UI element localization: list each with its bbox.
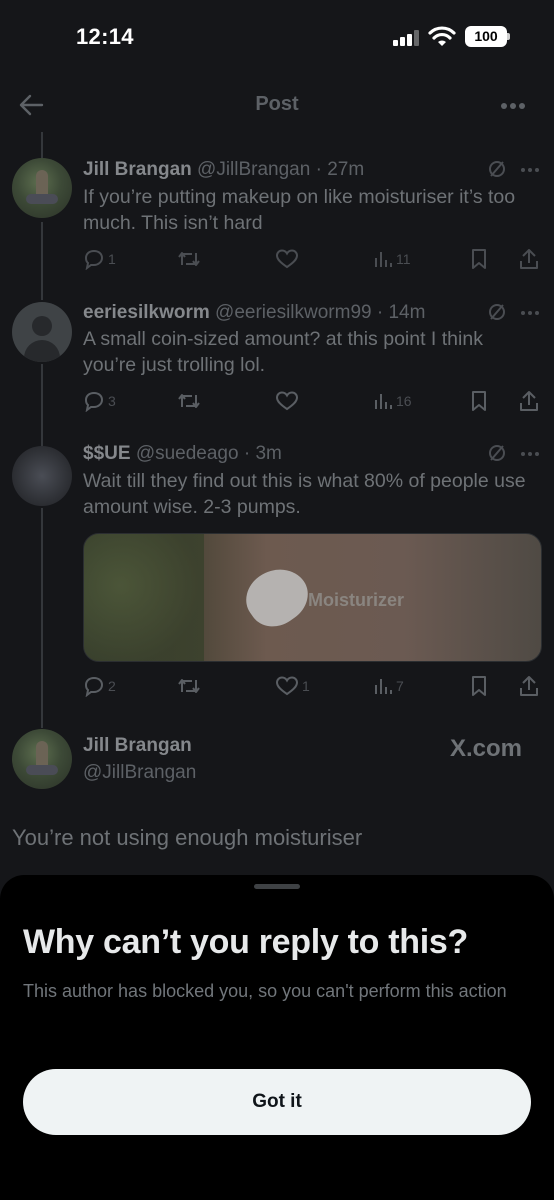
media-grass — [84, 534, 204, 661]
bookmark-button[interactable] — [470, 389, 488, 415]
reply-icon — [84, 677, 104, 698]
retweet-button[interactable] — [177, 674, 204, 700]
grok-icon[interactable] — [488, 444, 506, 462]
sheet-grabber[interactable] — [254, 884, 300, 889]
author-name[interactable]: Jill Brangan — [83, 735, 192, 757]
grok-icon[interactable] — [488, 303, 506, 321]
post-screen: 12:14 100 Post Jill Brangan @JillBrangan… — [0, 0, 554, 1200]
tweet-more-icon[interactable] — [520, 451, 540, 457]
media-watermark: Moisturizer — [308, 590, 405, 610]
view-count: 16 — [396, 393, 412, 410]
retweet-icon — [178, 252, 200, 267]
post-header: Post — [0, 80, 554, 130]
sheet-title: Why can’t you reply to this? — [23, 923, 468, 961]
author-handle[interactable]: @JillBrangan — [197, 159, 310, 180]
thread-line — [41, 364, 43, 450]
like-button[interactable]: 1 — [275, 674, 310, 700]
share-button[interactable] — [519, 674, 539, 700]
like-button[interactable] — [275, 247, 302, 273]
retweet-button[interactable] — [177, 247, 204, 273]
retweet-button[interactable] — [177, 389, 204, 415]
author-handle[interactable]: @eeriesilkworm99 — [215, 302, 372, 323]
view-count: 7 — [396, 678, 404, 695]
reply-count: 3 — [108, 393, 116, 410]
bottom-sheet: Why can’t you reply to this? This author… — [0, 875, 554, 1200]
got-it-button[interactable]: Got it — [23, 1069, 531, 1135]
avatar[interactable] — [12, 446, 72, 506]
bookmark-icon — [472, 676, 486, 697]
avatar[interactable] — [12, 158, 72, 218]
thread-line — [41, 222, 43, 300]
heart-icon — [275, 676, 299, 696]
author-name[interactable]: $$UE — [83, 443, 131, 464]
heart-icon — [275, 249, 299, 269]
grok-icon[interactable] — [488, 160, 506, 178]
tweet-text: A small coin-sized amount? at this point… — [83, 328, 483, 376]
share-icon — [520, 676, 538, 697]
reply-button[interactable]: 3 — [83, 389, 116, 415]
share-icon — [520, 391, 538, 412]
status-bar: 12:14 100 — [0, 0, 554, 72]
share-button[interactable] — [519, 247, 539, 273]
views-icon — [375, 252, 392, 268]
media-moisturizer-dab — [236, 557, 318, 637]
tweet-meta: eeriesilkworm @eeriesilkworm99 · 14m — [83, 302, 425, 324]
tweet-text: Wait till they find out this is what 80%… — [83, 470, 526, 518]
wifi-icon — [428, 26, 456, 46]
sheet-body: This author has blocked you, so you can'… — [23, 981, 507, 1001]
views-button[interactable]: 16 — [373, 389, 412, 415]
retweet-icon — [178, 394, 200, 409]
tweet-media-image[interactable]: Moisturizer — [83, 533, 542, 662]
author-handle[interactable]: @suedeago — [136, 443, 239, 464]
view-count: 11 — [396, 251, 411, 268]
heart-icon — [275, 391, 299, 411]
reply-icon — [84, 392, 104, 413]
tweet-time: · 27m — [315, 159, 365, 180]
reply-count: 1 — [108, 251, 116, 268]
tweet-actions: 1 11 — [83, 247, 543, 273]
views-icon — [375, 394, 392, 410]
reply-button[interactable]: 2 — [83, 674, 116, 700]
focused-tweet-text: You’re not using enough moisturiser — [12, 825, 363, 850]
views-button[interactable]: 11 — [373, 247, 411, 273]
reply-icon — [84, 250, 104, 271]
like-button[interactable] — [275, 389, 302, 415]
bookmark-icon — [472, 249, 486, 270]
x-logo-label: X.com — [450, 735, 523, 762]
thread-line — [41, 132, 43, 158]
share-icon — [520, 249, 538, 270]
reply-count: 2 — [108, 678, 116, 695]
avatar[interactable] — [12, 302, 72, 362]
avatar[interactable] — [12, 729, 72, 789]
bookmark-icon — [472, 391, 486, 412]
more-options-icon[interactable] — [500, 102, 526, 110]
tweet-actions: 2 1 7 — [83, 674, 543, 700]
views-button[interactable]: 7 — [373, 674, 404, 700]
status-time: 12:14 — [76, 24, 134, 49]
tweet-more-icon[interactable] — [520, 167, 540, 173]
tweet-more-icon[interactable] — [520, 310, 540, 316]
tweet-time: · 14m — [376, 302, 426, 323]
battery-indicator: 100 — [465, 26, 507, 47]
tweet-text: If you’re putting makeup on like moistur… — [83, 186, 516, 234]
author-name[interactable]: eeriesilkworm — [83, 302, 210, 323]
reply-button[interactable]: 1 — [83, 247, 116, 273]
share-button[interactable] — [519, 389, 539, 415]
cellular-signal-icon — [393, 30, 421, 46]
tweet-meta: Jill Brangan @JillBrangan · 27m — [83, 159, 364, 181]
tweet-meta: $$UE @suedeago · 3m — [83, 443, 282, 465]
tweet-time: · 3m — [243, 443, 282, 464]
retweet-icon — [178, 679, 200, 694]
bookmark-button[interactable] — [470, 247, 488, 273]
author-handle[interactable]: @JillBrangan — [83, 762, 196, 784]
views-icon — [375, 679, 392, 695]
battery-cap — [507, 33, 510, 40]
author-name[interactable]: Jill Brangan — [83, 159, 192, 180]
bookmark-button[interactable] — [470, 674, 488, 700]
page-title: Post — [255, 93, 299, 115]
like-count: 1 — [302, 678, 310, 695]
tweet-actions: 3 16 — [83, 389, 543, 415]
thread-line — [41, 508, 43, 728]
